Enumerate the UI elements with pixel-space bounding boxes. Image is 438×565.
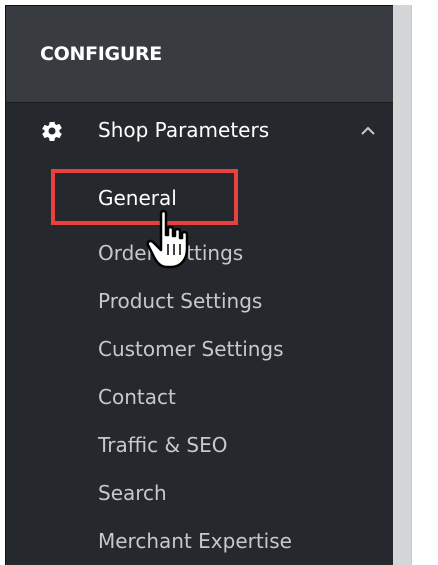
- gear-icon: [42, 121, 62, 142]
- section-header: CONFIGURE: [6, 6, 394, 103]
- content-area-edge: [393, 5, 411, 565]
- section-title: CONFIGURE: [40, 43, 162, 65]
- submenu-item-order-settings[interactable]: Order Settings: [98, 241, 243, 265]
- submenu-item-product-settings[interactable]: Product Settings: [98, 289, 262, 313]
- submenu-item-merchant-expertise[interactable]: Merchant Expertise: [98, 529, 292, 553]
- menu-item-shop-parameters[interactable]: Shop Parameters: [6, 104, 394, 160]
- submenu-item-contact[interactable]: Contact: [98, 385, 176, 409]
- submenu-item-search[interactable]: Search: [98, 481, 167, 505]
- screenshot-frame: CONFIGURE Shop Parameters General Order …: [0, 0, 438, 565]
- submenu-item-customer-settings[interactable]: Customer Settings: [98, 337, 284, 361]
- shop-parameters-label: Shop Parameters: [98, 118, 270, 142]
- submenu-item-general[interactable]: General: [98, 186, 177, 210]
- submenu-item-traffic-seo[interactable]: Traffic & SEO: [98, 433, 227, 457]
- page-background: [411, 5, 438, 565]
- admin-sidebar: CONFIGURE Shop Parameters General Order …: [5, 5, 394, 565]
- chevron-up-icon[interactable]: [360, 126, 376, 136]
